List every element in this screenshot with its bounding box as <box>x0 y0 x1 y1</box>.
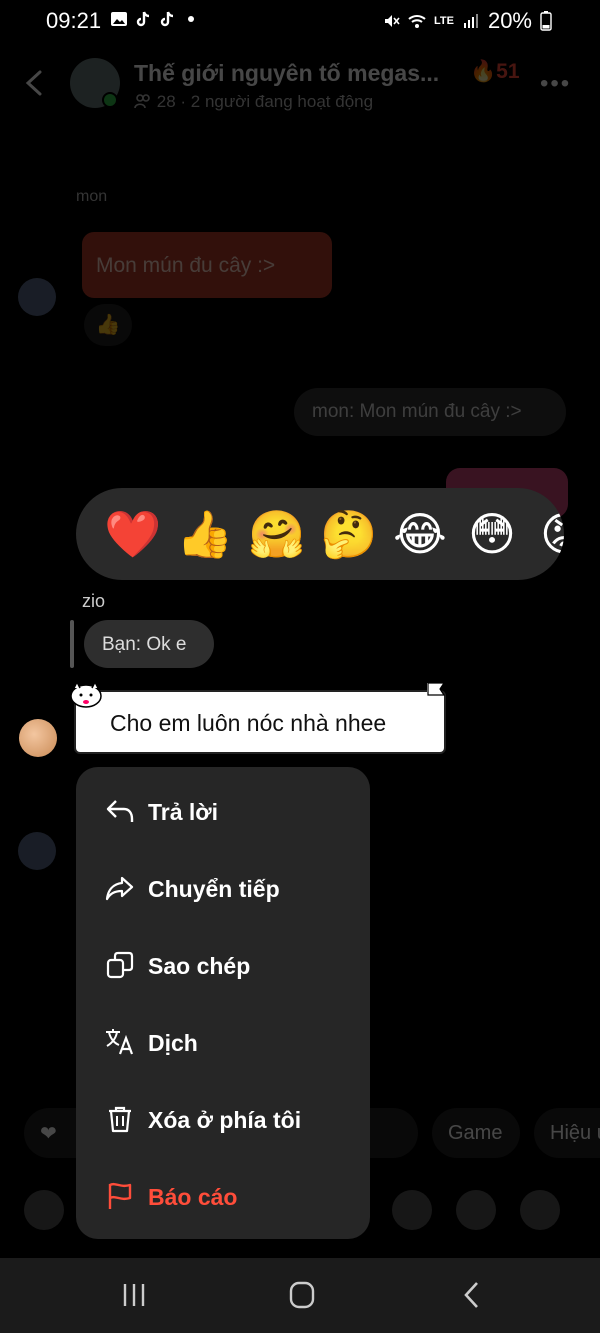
group-subtitle: 28 · 2 người đang hoạt động <box>134 92 373 112</box>
reply-quote-text: Bạn: Ok e <box>102 634 187 655</box>
active-text: · 2 người đang hoạt động <box>180 92 374 111</box>
streak-value: 51 <box>496 60 520 83</box>
reply-icon <box>106 800 134 822</box>
effects-chip[interactable]: Hiệu ứng <box>534 1108 600 1158</box>
menu-item-copy[interactable]: Sao chép <box>76 933 370 997</box>
chat-header: Thế giới nguyên tố megas... 🔥51 ••• 28 ·… <box>0 50 600 120</box>
flag-sticker-icon <box>427 682 446 708</box>
gallery-icon[interactable] <box>392 1190 432 1230</box>
microphone-icon[interactable] <box>520 1190 560 1230</box>
back-nav-icon[interactable] <box>452 1278 492 1312</box>
online-indicator <box>102 92 118 108</box>
members-icon <box>134 94 150 109</box>
flag-icon <box>108 1182 132 1209</box>
reaction-heart[interactable]: ❤️ <box>104 506 161 562</box>
menu-label-copy: Sao chép <box>148 953 251 979</box>
reaction-thinking[interactable]: 🤔 <box>320 506 377 562</box>
menu-item-delete[interactable]: Xóa ở phía tôi <box>76 1087 370 1151</box>
streak-count: 🔥51 <box>470 60 520 83</box>
sender-avatar[interactable] <box>19 719 57 757</box>
translate-icon <box>106 1029 134 1055</box>
menu-label-forward: Chuyển tiếp <box>148 876 280 902</box>
members-count: 28 <box>156 92 176 111</box>
sender-label: mon <box>76 188 108 205</box>
sticker-icon[interactable] <box>456 1190 496 1230</box>
reply-preview-text: mon: Mon mún đu cây :> <box>312 401 522 422</box>
menu-item-translate[interactable]: Dịch <box>76 1010 370 1074</box>
game-chip[interactable]: Game <box>432 1108 520 1158</box>
menu-item-forward[interactable]: Chuyển tiếp <box>76 856 370 920</box>
reaction-hug[interactable]: 🤗 <box>248 506 305 562</box>
menu-item-reply[interactable]: Trả lời <box>76 779 370 843</box>
reaction-laugh[interactable]: 😂 <box>392 506 448 562</box>
back-icon[interactable] <box>22 68 48 98</box>
forward-icon <box>105 876 134 901</box>
menu-label-reply: Trả lời <box>148 799 219 825</box>
reply-sender: zio <box>82 591 106 611</box>
message-reaction[interactable]: 👍 <box>84 304 132 346</box>
message-text: Mon mún đu cây :> <box>96 254 276 277</box>
menu-item-report[interactable]: Báo cáo <box>76 1164 370 1228</box>
reaction-picker: ❤️ 👍 🤗 🤔 😂 😳 😡 <box>76 488 564 580</box>
game-chip-label: Game <box>448 1121 503 1144</box>
reaction-flushed[interactable]: 😳 <box>464 506 520 562</box>
menu-label-delete: Xóa ở phía tôi <box>148 1107 302 1133</box>
trash-icon <box>109 1106 131 1133</box>
menu-label-translate: Dịch <box>148 1030 198 1056</box>
reply-quote-bar <box>70 620 74 668</box>
recent-apps-icon[interactable] <box>114 1278 154 1312</box>
effects-chip-label: Hiệu ứng <box>550 1121 600 1144</box>
system-nav-bar <box>0 1258 600 1333</box>
avatar[interactable] <box>18 278 56 316</box>
home-icon[interactable] <box>282 1278 322 1312</box>
camera-icon[interactable] <box>24 1190 64 1230</box>
message-context-menu: Trả lời Chuyển tiếp Sao chép Dịch Xóa ở … <box>76 767 370 1239</box>
reaction-thumbs-up[interactable]: 👍 <box>176 506 233 562</box>
menu-label-report: Báo cáo <box>148 1184 238 1210</box>
focused-message-text: Cho em luôn nóc nhà nhee <box>110 710 387 736</box>
more-options-icon[interactable]: ••• <box>540 70 571 98</box>
reaction-more[interactable]: 😡 <box>536 506 564 562</box>
avatar[interactable] <box>18 832 56 870</box>
copy-icon <box>106 951 134 979</box>
cat-sticker-icon <box>70 680 102 708</box>
group-title[interactable]: Thế giới nguyên tố megas... <box>134 60 439 87</box>
